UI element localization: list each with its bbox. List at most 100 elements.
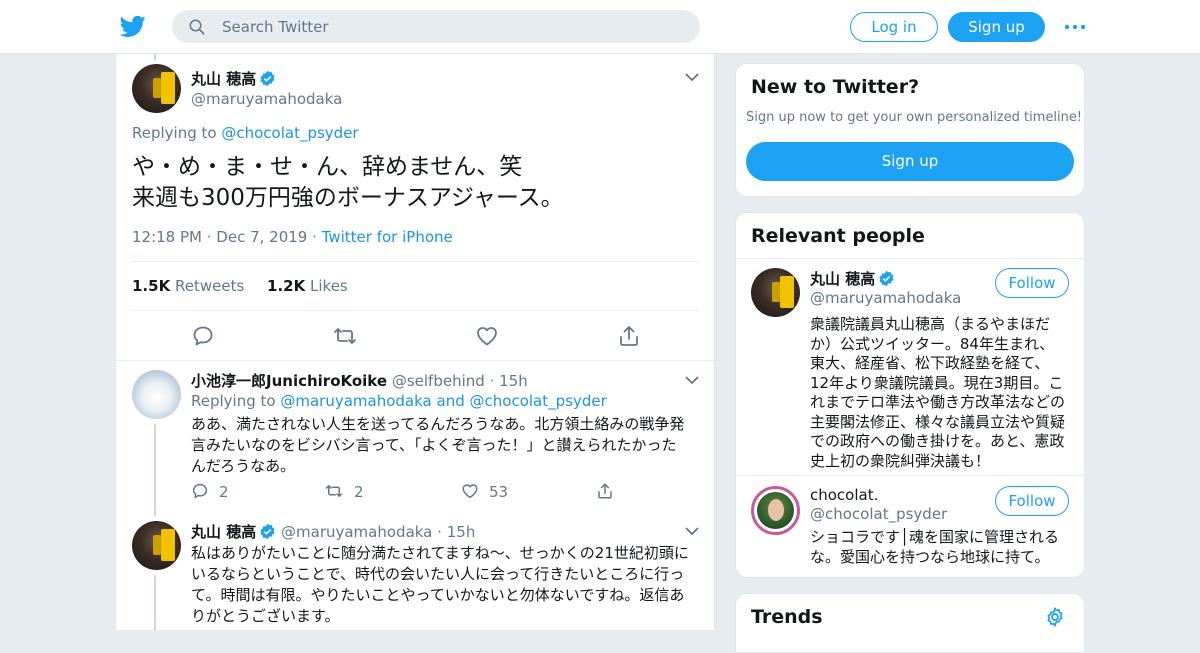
divider — [736, 475, 1084, 476]
thread-connector — [154, 575, 156, 630]
author-name[interactable]: 丸山 穂高 — [191, 523, 256, 541]
card-subtitle: Sign up now to get your own personalized… — [746, 110, 1083, 125]
retweets-stat[interactable]: 1.5K Retweets — [132, 277, 244, 295]
reply-header: 小池淳一郎JunichiroKoike @selfbehind · 15h — [191, 370, 528, 391]
author-name-text[interactable]: 丸山 穂高 — [191, 70, 256, 88]
likes-count: 1.2K — [267, 277, 306, 295]
chevron-down-icon[interactable] — [685, 72, 699, 82]
retweets-label: Retweets — [174, 277, 245, 295]
author-handle[interactable]: @maruyamahodaka — [191, 90, 342, 108]
thread-connector — [154, 424, 156, 516]
verified-badge-icon — [260, 70, 275, 87]
retweet-action[interactable]: 2 — [324, 482, 364, 502]
card-title: Relevant people — [751, 225, 925, 247]
author-handle[interactable]: @selfbehind — [392, 372, 485, 390]
likes-label: Likes — [310, 277, 348, 295]
tweet-text-line: や・め・ま・せ・ん、辞めません、笑 — [132, 154, 523, 180]
tweet-thread: 丸山 穂高 @maruyamahodaka Replying to @choco… — [115, 54, 715, 630]
avatar[interactable] — [751, 268, 800, 317]
retweets-count: 1.5K — [132, 277, 171, 295]
twitter-bird-icon[interactable] — [120, 13, 146, 39]
person-name[interactable]: chocolat. — [810, 486, 878, 504]
thread-connector — [154, 54, 156, 60]
tweet-actions — [116, 324, 714, 350]
divider — [132, 310, 699, 311]
reply-text: 私はありがたいことに随分満たされてますね〜、せっかくの21世紀初頭にいるならとい… — [191, 544, 689, 625]
person-name-text[interactable]: 丸山 穂高 — [810, 270, 875, 288]
avatar[interactable] — [751, 486, 800, 535]
retweet-icon — [325, 485, 343, 497]
reply-header: 丸山 穂高 @maruyamahodaka · 15h — [191, 521, 475, 542]
avatar[interactable] — [132, 370, 181, 419]
verified-badge-icon — [879, 270, 894, 287]
signup-button[interactable]: Sign up — [948, 12, 1045, 42]
verified-badge-icon — [260, 523, 275, 540]
tweet-stats: 1.5K Retweets 1.2K Likes — [132, 277, 348, 295]
settings-gear-icon[interactable] — [1044, 606, 1066, 628]
divider — [116, 360, 714, 361]
person-bio: 衆議院議員丸山穂高（まるやまほだか）公式ツイッター。84年生まれ、東大、経産省、… — [810, 315, 1066, 470]
tweet-age[interactable]: 15h — [447, 523, 476, 541]
reply-actions: 2 2 53 — [191, 482, 691, 502]
reply-icon — [192, 483, 208, 499]
separator-dot: · — [489, 372, 495, 390]
follow-button[interactable]: Follow — [995, 486, 1069, 516]
tweet-meta: 12:18 PM · Dec 7, 2019 · Twitter for iPh… — [132, 228, 453, 246]
tweet-text: や・め・ま・せ・ん、辞めません、笑 来週も300万円強のボーナスアジャース。 — [132, 152, 692, 214]
retweet-count: 2 — [354, 483, 364, 501]
replying-prefix: Replying to — [191, 392, 276, 410]
follow-button[interactable]: Follow — [995, 268, 1069, 298]
like-action[interactable]: 53 — [461, 482, 508, 502]
person-name[interactable]: 丸山 穂高 — [810, 268, 895, 289]
like-heart-icon[interactable] — [475, 324, 499, 348]
search-input[interactable] — [222, 10, 682, 43]
card-title: Trends — [751, 606, 823, 628]
signup-button[interactable]: Sign up — [746, 142, 1074, 181]
person-bio: ショコラです│魂を国家に管理されるな。愛国心を持つなら地球に持て。 — [810, 528, 1060, 566]
new-to-twitter-card: New to Twitter? Sign up now to get your … — [735, 63, 1085, 197]
author-name[interactable]: 丸山 穂高 — [191, 68, 276, 89]
likes-stat[interactable]: 1.2K Likes — [267, 277, 348, 295]
tweet-source[interactable]: Twitter for iPhone — [322, 228, 453, 246]
person-handle[interactable]: @chocolat_psyder — [810, 505, 947, 523]
avatar[interactable] — [132, 64, 181, 113]
card-title: New to Twitter? — [751, 76, 920, 98]
author-handle[interactable]: @maruyamahodaka — [281, 523, 432, 541]
avatar[interactable] — [132, 521, 181, 570]
person-handle[interactable]: @maruyamahodaka — [810, 289, 961, 307]
share-icon[interactable] — [617, 324, 641, 348]
replying-to: Replying to @maruyamahodaka and @chocola… — [191, 392, 607, 410]
reply-tweet[interactable]: 丸山 穂高 @maruyamahodaka · 15h 私はありがたいことに随分… — [116, 521, 714, 630]
divider — [736, 258, 1084, 259]
chevron-down-icon[interactable] — [685, 375, 699, 385]
replying-to-link[interactable]: @chocolat_psyder — [221, 124, 358, 142]
top-navigation-bar: Log in Sign up — [0, 0, 1200, 54]
chevron-down-icon[interactable] — [685, 526, 699, 536]
divider — [132, 261, 699, 262]
more-dots-icon[interactable] — [1064, 17, 1086, 37]
relevant-people-card: Relevant people 丸山 穂高 @maruyamahodaka Fo… — [735, 212, 1085, 578]
retweet-icon[interactable] — [333, 324, 357, 348]
trends-card: Trends — [735, 593, 1085, 653]
reply-text: ああ、満たされない人生を送ってるんだろうなあ。北方領土絡みの戦争発言みたいなのを… — [191, 415, 685, 475]
separator-dot: · — [437, 523, 442, 541]
replying-prefix: Replying to — [132, 124, 217, 142]
reply-icon[interactable] — [191, 324, 215, 348]
tweet-text-line: 来週も300万円強のボーナスアジャース。 — [132, 185, 564, 211]
login-button[interactable]: Log in — [850, 12, 938, 42]
share-action[interactable] — [596, 482, 614, 502]
tweet-time[interactable]: 12:18 PM — [132, 228, 202, 246]
replying-to: Replying to @chocolat_psyder — [132, 124, 359, 142]
replying-to-link[interactable]: @maruyamahodaka — [280, 392, 431, 410]
search-box[interactable] — [172, 10, 700, 43]
like-count: 53 — [489, 483, 509, 501]
reply-action[interactable]: 2 — [191, 482, 229, 502]
replying-and: and — [436, 392, 465, 410]
reply-count: 2 — [219, 483, 229, 501]
author-name[interactable]: 小池淳一郎JunichiroKoike — [191, 372, 387, 390]
tweet-date[interactable]: Dec 7, 2019 — [216, 228, 307, 246]
search-icon — [189, 19, 205, 35]
replying-to-link[interactable]: @chocolat_psyder — [470, 392, 607, 410]
share-icon — [598, 483, 612, 499]
tweet-age[interactable]: 15h — [499, 372, 528, 390]
